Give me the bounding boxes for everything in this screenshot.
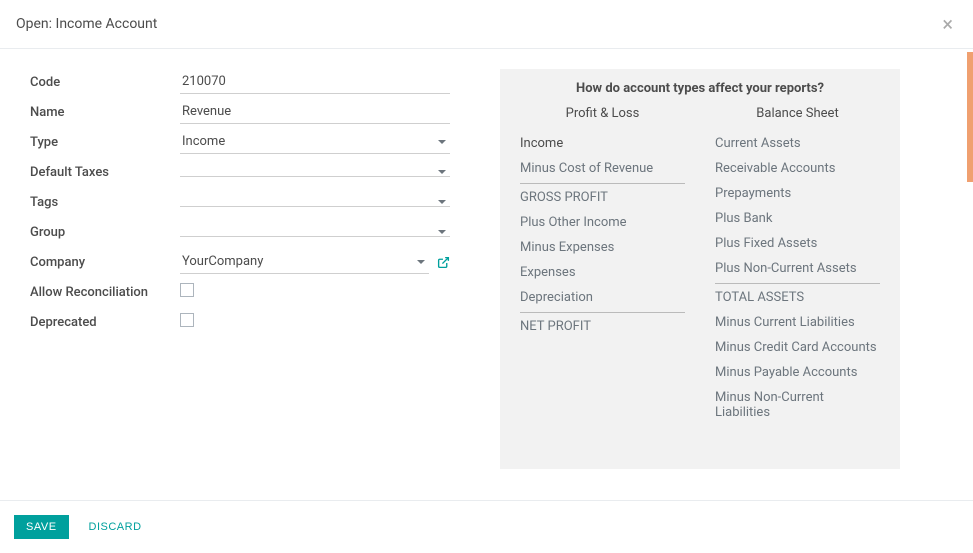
info-line: Minus Non-Current Liabilities bbox=[715, 385, 880, 425]
info-line: Receivable Accounts bbox=[715, 156, 880, 181]
checkbox-allow-reconciliation[interactable] bbox=[180, 283, 194, 297]
info-line: Minus Payable Accounts bbox=[715, 360, 880, 385]
info-line: Income bbox=[520, 131, 685, 156]
info-columns: Profit & Loss Income Minus Cost of Reven… bbox=[520, 106, 880, 425]
save-button[interactable]: Save bbox=[14, 515, 69, 539]
caret-down-icon bbox=[438, 200, 446, 204]
input-name[interactable] bbox=[180, 100, 450, 124]
info-line-net-profit: NET PROFIT bbox=[520, 312, 685, 339]
info-panel: How do account types affect your reports… bbox=[500, 69, 900, 469]
discard-button[interactable]: Discard bbox=[77, 515, 154, 539]
field-type: Type Income bbox=[30, 129, 450, 155]
field-company: Company YourCompany bbox=[30, 249, 450, 275]
select-default-taxes[interactable] bbox=[180, 168, 450, 177]
profit-loss-header: Profit & Loss bbox=[520, 106, 685, 121]
select-group[interactable] bbox=[180, 228, 450, 237]
info-line: Plus Non-Current Assets bbox=[715, 256, 880, 281]
modal-title: Open: Income Account bbox=[16, 16, 157, 32]
info-line: Current Assets bbox=[715, 131, 880, 156]
info-line: Minus Current Liabilities bbox=[715, 310, 880, 335]
info-line: Expenses bbox=[520, 260, 685, 285]
select-tags[interactable] bbox=[180, 198, 450, 207]
select-company[interactable]: YourCompany bbox=[180, 250, 429, 274]
info-line: Plus Bank bbox=[715, 206, 880, 231]
caret-down-icon bbox=[438, 170, 446, 174]
balance-sheet-column: Balance Sheet Current Assets Receivable … bbox=[715, 106, 880, 425]
modal-footer: Save Discard bbox=[0, 500, 973, 553]
profit-loss-column: Profit & Loss Income Minus Cost of Reven… bbox=[520, 106, 685, 425]
field-name: Name bbox=[30, 99, 450, 125]
info-line: Plus Fixed Assets bbox=[715, 231, 880, 256]
balance-sheet-header: Balance Sheet bbox=[715, 106, 880, 121]
info-line: Minus Credit Card Accounts bbox=[715, 335, 880, 360]
label-deprecated: Deprecated bbox=[30, 315, 180, 330]
info-title: How do account types affect your reports… bbox=[520, 81, 880, 96]
caret-down-icon bbox=[438, 230, 446, 234]
input-code[interactable] bbox=[180, 70, 450, 94]
info-line-total-assets: TOTAL ASSETS bbox=[715, 283, 880, 310]
label-tags: Tags bbox=[30, 195, 180, 210]
field-default-taxes: Default Taxes bbox=[30, 159, 450, 185]
label-name: Name bbox=[30, 105, 180, 120]
select-type-value: Income bbox=[182, 134, 225, 149]
label-default-taxes: Default Taxes bbox=[30, 165, 180, 180]
select-type[interactable]: Income bbox=[180, 130, 450, 154]
close-icon[interactable]: × bbox=[938, 14, 957, 34]
info-line: Plus Other Income bbox=[520, 210, 685, 235]
info-line-gross-profit: GROSS PROFIT bbox=[520, 183, 685, 210]
external-link-icon[interactable] bbox=[437, 256, 450, 269]
label-group: Group bbox=[30, 225, 180, 240]
caret-down-icon bbox=[417, 260, 425, 264]
label-allow-reconciliation: Allow Reconciliation bbox=[30, 285, 180, 300]
info-line: Minus Expenses bbox=[520, 235, 685, 260]
info-line: Prepayments bbox=[715, 181, 880, 206]
field-deprecated: Deprecated bbox=[30, 309, 450, 335]
select-company-value: YourCompany bbox=[182, 254, 263, 269]
form-section: Code Name Type Income Default Taxes bbox=[30, 69, 450, 469]
field-tags: Tags bbox=[30, 189, 450, 215]
label-type: Type bbox=[30, 135, 180, 150]
caret-down-icon bbox=[438, 140, 446, 144]
label-code: Code bbox=[30, 75, 180, 90]
modal-header: Open: Income Account × bbox=[0, 0, 973, 49]
field-group: Group bbox=[30, 219, 450, 245]
checkbox-deprecated[interactable] bbox=[180, 313, 194, 327]
field-code: Code bbox=[30, 69, 450, 95]
info-line: Depreciation bbox=[520, 285, 685, 310]
field-allow-reconciliation: Allow Reconciliation bbox=[30, 279, 450, 305]
info-line: Minus Cost of Revenue bbox=[520, 156, 685, 181]
modal-body: Code Name Type Income Default Taxes bbox=[0, 49, 973, 489]
label-company: Company bbox=[30, 255, 180, 270]
